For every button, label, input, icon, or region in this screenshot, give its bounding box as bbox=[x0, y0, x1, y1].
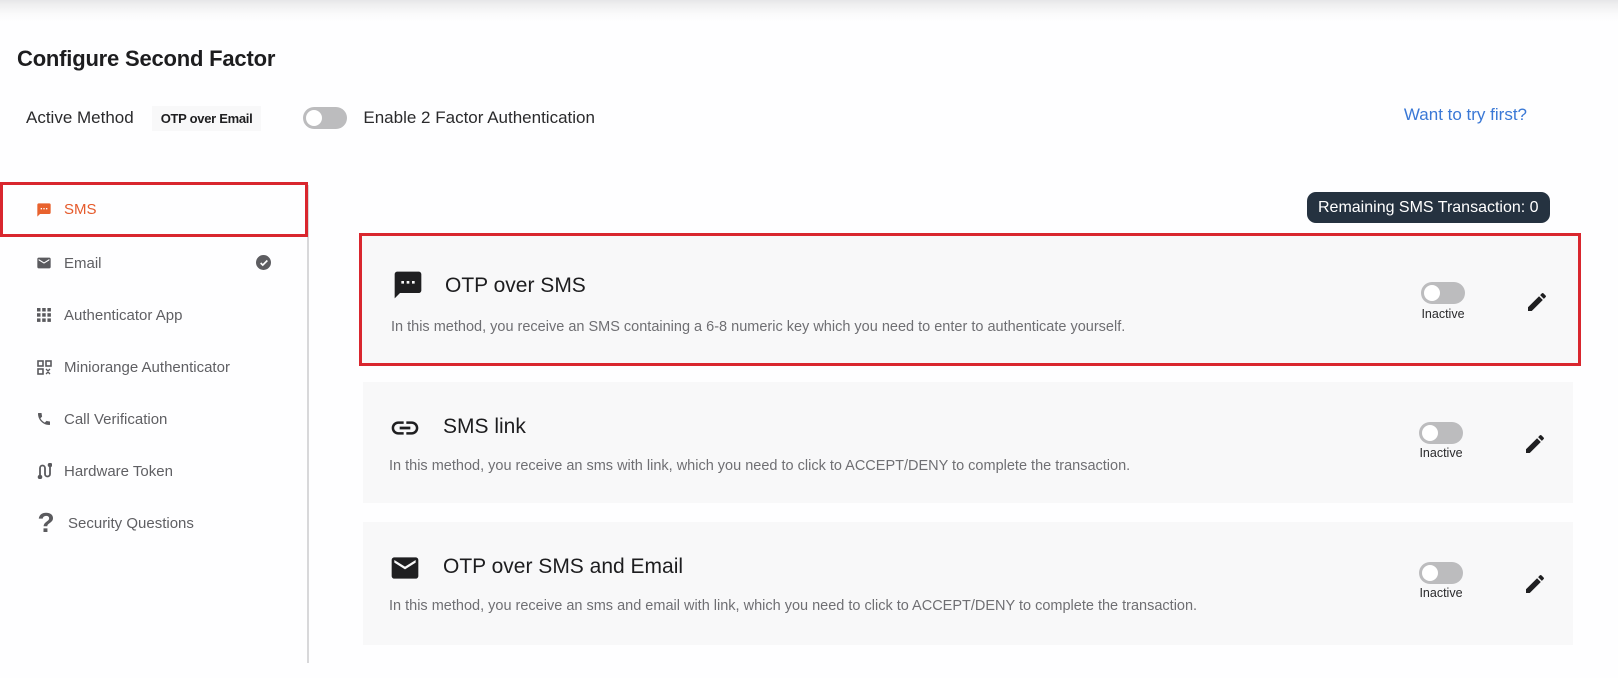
sidebar-item-label: Miniorange Authenticator bbox=[64, 358, 230, 376]
link-icon bbox=[389, 412, 421, 444]
sidebar-item-label: SMS bbox=[64, 201, 97, 218]
method-status-label: Inactive bbox=[1421, 307, 1465, 321]
sidebar-item-label: Hardware Token bbox=[64, 462, 173, 480]
email-icon bbox=[389, 552, 421, 584]
sidebar-item-label: Authenticator App bbox=[64, 306, 183, 324]
method-active-toggle[interactable] bbox=[1421, 282, 1465, 304]
sms-icon bbox=[36, 202, 52, 218]
method-card-sms-link[interactable]: SMS link In this method, you receive an … bbox=[363, 382, 1573, 503]
method-description: In this method, you receive an sms with … bbox=[389, 458, 1131, 474]
active-method-label: Active Method bbox=[26, 108, 134, 127]
sidebar-item-hardware-token[interactable]: Hardware Token bbox=[0, 445, 307, 497]
toggle-knob bbox=[306, 110, 323, 126]
method-title: SMS link bbox=[443, 415, 526, 438]
email-icon bbox=[36, 255, 52, 271]
sidebar-item-authenticator-app[interactable]: Authenticator App bbox=[0, 289, 307, 341]
question-mark-icon: ? bbox=[37, 507, 55, 538]
method-sidebar: SMS Email Authenticator App Miniorange A… bbox=[0, 182, 309, 663]
method-status-label: Inactive bbox=[1419, 446, 1463, 460]
sidebar-item-email[interactable]: Email bbox=[0, 237, 307, 289]
method-title: OTP over SMS bbox=[445, 274, 586, 297]
configured-check-icon bbox=[256, 255, 271, 270]
method-active-toggle[interactable] bbox=[1419, 562, 1463, 584]
edit-pencil-icon[interactable] bbox=[1522, 571, 1548, 597]
enable-2fa-toggle[interactable] bbox=[303, 107, 348, 129]
method-card-otp-over-sms[interactable]: OTP over SMS In this method, you receive… bbox=[359, 233, 1581, 366]
method-active-toggle[interactable] bbox=[1419, 422, 1463, 444]
sidebar-item-miniorange-authenticator[interactable]: Miniorange Authenticator bbox=[0, 341, 307, 393]
method-status-label: Inactive bbox=[1419, 586, 1463, 600]
apps-grid-icon bbox=[36, 307, 52, 323]
toggle-knob bbox=[1422, 565, 1438, 581]
edit-pencil-icon[interactable] bbox=[1524, 289, 1550, 315]
method-description: In this method, you receive an sms and e… bbox=[389, 598, 1198, 614]
enable-2fa-label: Enable 2 Factor Authentication bbox=[363, 108, 595, 127]
hardware-token-icon bbox=[36, 463, 52, 479]
want-to-try-first-link[interactable]: Want to try first? bbox=[1404, 105, 1527, 125]
active-method-row: Active Method OTP over Email Enable 2 Fa… bbox=[26, 103, 595, 133]
sidebar-item-sms[interactable]: SMS bbox=[0, 182, 308, 237]
sidebar-item-call-verification[interactable]: Call Verification bbox=[0, 393, 307, 445]
phone-icon bbox=[36, 411, 52, 427]
active-method-badge: OTP over Email bbox=[151, 105, 262, 131]
sidebar-item-label: Call Verification bbox=[64, 410, 168, 428]
method-description: In this method, you receive an SMS conta… bbox=[391, 319, 1126, 335]
edit-pencil-icon[interactable] bbox=[1522, 431, 1548, 457]
top-bar-shadow bbox=[0, 0, 1618, 22]
toggle-knob bbox=[1422, 425, 1438, 441]
method-card-otp-over-sms-and-email[interactable]: OTP over SMS and Email In this method, y… bbox=[363, 522, 1573, 645]
sidebar-item-label: Email bbox=[64, 254, 102, 272]
toggle-knob bbox=[1424, 285, 1440, 301]
sidebar-item-security-questions[interactable]: ? Security Questions bbox=[0, 497, 307, 549]
method-title: OTP over SMS and Email bbox=[443, 555, 684, 578]
remaining-sms-badge: Remaining SMS Transaction: 0 bbox=[1307, 192, 1550, 223]
qr-code-icon bbox=[36, 359, 52, 375]
sms-icon bbox=[392, 269, 424, 301]
sidebar-item-label: Security Questions bbox=[68, 514, 194, 532]
page-title: Configure Second Factor bbox=[17, 46, 276, 71]
